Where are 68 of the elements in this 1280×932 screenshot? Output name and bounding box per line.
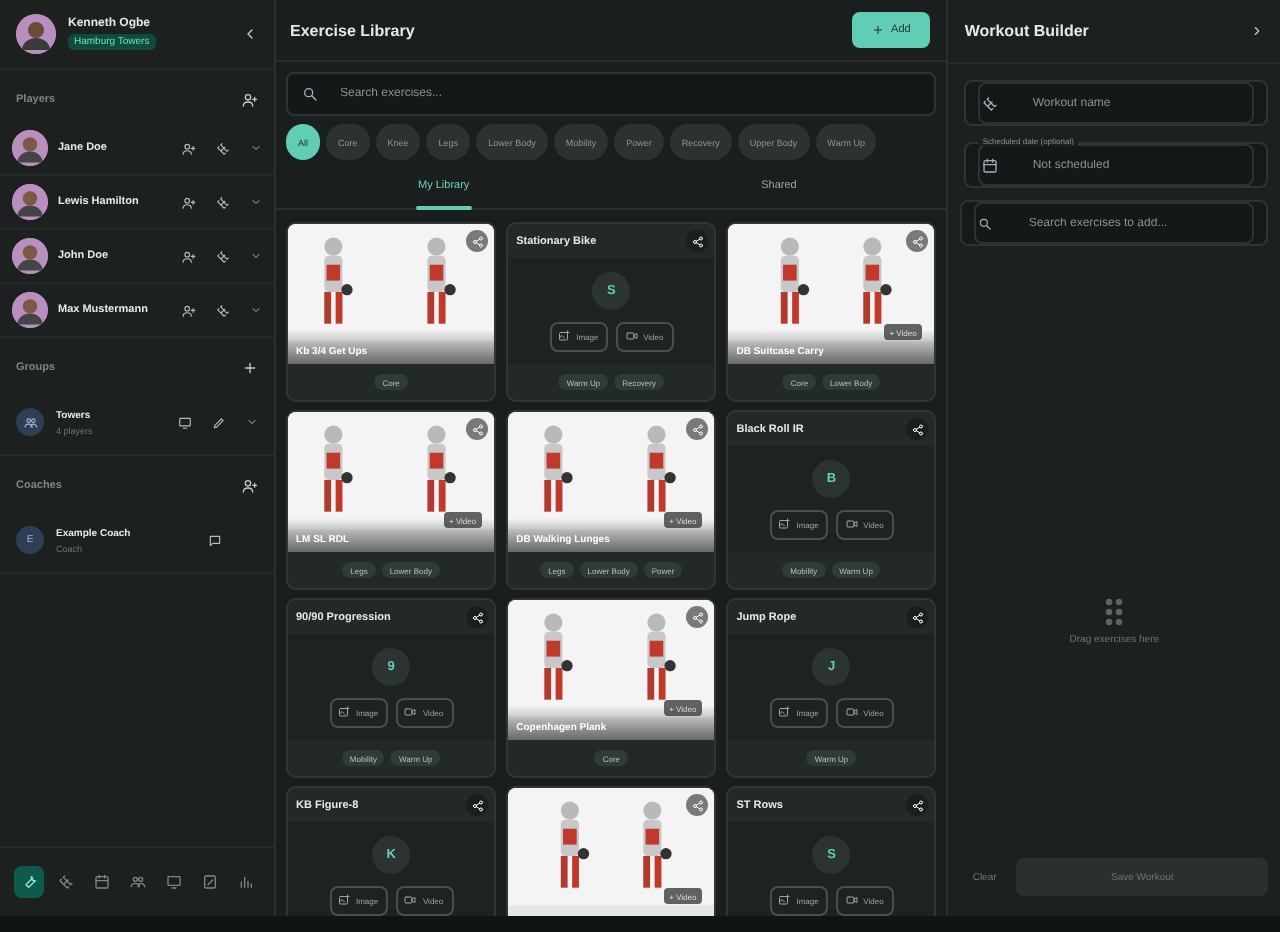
monitor-icon — [165, 874, 181, 890]
share-icon — [911, 423, 924, 435]
chevron-left-icon — [242, 26, 258, 42]
share-button[interactable] — [466, 794, 489, 816]
bar-chart-icon — [237, 874, 253, 890]
group-icon — [23, 415, 37, 429]
avatar-icon — [16, 14, 56, 54]
person-add-icon[interactable] — [182, 303, 196, 317]
share-button[interactable] — [906, 606, 929, 628]
avatar-icon — [12, 130, 48, 166]
image-icon — [778, 894, 791, 906]
share-icon — [471, 611, 484, 623]
plus-icon — [242, 360, 258, 376]
share-button[interactable] — [906, 794, 929, 816]
person-add-icon[interactable] — [182, 141, 196, 155]
share-icon — [691, 799, 704, 811]
personadd-icon — [242, 478, 258, 494]
add-coach-button[interactable] — [242, 478, 258, 494]
person-add-icon[interactable] — [182, 249, 196, 263]
group-icon — [129, 874, 145, 890]
share-icon — [471, 799, 484, 811]
calendar-icon — [93, 874, 109, 890]
share-icon — [691, 611, 704, 623]
chevron-down-icon[interactable] — [250, 142, 262, 154]
chevron-right-icon — [1250, 24, 1264, 38]
chevron-down-icon[interactable] — [246, 416, 258, 428]
avatar-icon — [12, 184, 48, 220]
pencil-icon[interactable] — [212, 415, 226, 429]
video-camera-icon — [845, 894, 858, 906]
share-icon — [691, 235, 704, 247]
tablet-icon — [201, 874, 217, 890]
chevron-down-icon[interactable] — [250, 196, 262, 208]
avatar-icon — [12, 292, 48, 328]
share-icon — [691, 423, 704, 435]
avatar-icon — [12, 238, 48, 274]
video-camera-icon — [845, 518, 858, 530]
share-icon — [471, 235, 484, 247]
video-camera-icon — [404, 894, 417, 906]
chat-icon[interactable] — [208, 533, 222, 547]
share-icon — [911, 235, 924, 247]
monitor-icon[interactable] — [178, 415, 192, 429]
page-title: Exercise Library — [290, 21, 415, 39]
image-icon — [337, 894, 350, 906]
person-add-icon[interactable] — [182, 195, 196, 209]
add-group-button[interactable] — [242, 360, 258, 376]
add-player-button[interactable] — [242, 92, 258, 108]
image-icon — [778, 518, 791, 530]
video-camera-icon — [845, 706, 858, 718]
nav-button[interactable] — [14, 866, 44, 898]
chevron-down-icon[interactable] — [250, 304, 262, 316]
image-icon — [778, 706, 791, 718]
share-button[interactable] — [466, 606, 489, 628]
drag-handle-icon — [1104, 598, 1125, 626]
video-camera-icon — [625, 330, 638, 342]
share-icon — [911, 799, 924, 811]
video-camera-icon — [404, 706, 417, 718]
collapse-button[interactable] — [242, 26, 258, 42]
image-icon — [558, 330, 571, 342]
share-icon — [911, 611, 924, 623]
panel-title: Workout Builder — [964, 22, 1089, 40]
expand-button[interactable] — [1250, 24, 1264, 38]
share-button[interactable] — [906, 418, 929, 440]
chevron-down-icon[interactable] — [250, 250, 262, 262]
share-icon — [471, 423, 484, 435]
share-button[interactable] — [686, 230, 709, 252]
image-icon — [337, 706, 350, 718]
plus-icon — [871, 24, 884, 36]
personadd-icon — [242, 92, 258, 108]
